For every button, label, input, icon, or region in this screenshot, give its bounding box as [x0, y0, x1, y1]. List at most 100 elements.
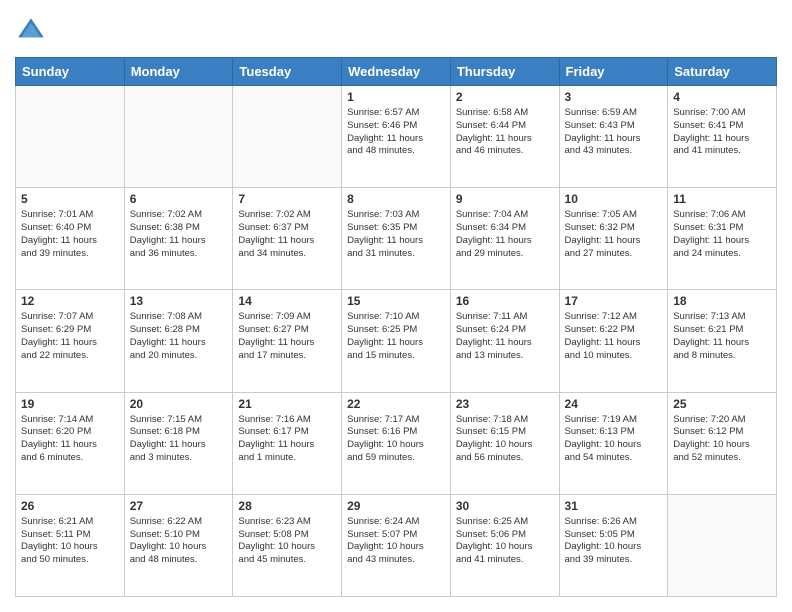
day-info: Sunrise: 6:21 AM Sunset: 5:11 PM Dayligh…: [21, 516, 119, 567]
calendar-week-row: 19Sunrise: 7:14 AM Sunset: 6:20 PM Dayli…: [16, 392, 777, 494]
calendar-day-cell: 24 Sunrise: 7:19 AM Sunset: 6:13 PM Dayli…: [559, 392, 668, 494]
day-number: 16: [456, 294, 554, 308]
day-number: 24: [565, 397, 663, 411]
day-number: 7: [238, 192, 336, 206]
day-number: 5: [21, 192, 119, 206]
day-info: Sunrise: 7:11 AM Sunset: 6:24 PM Dayligh…: [456, 311, 554, 362]
day-number: 29: [347, 499, 445, 513]
day-info: Sunrise: 7:18 AM Sunset: 6:15 PM Dayligh…: [456, 414, 554, 465]
day-info: Sunrise: 6:23 AM Sunset: 5:08 PM Dayligh…: [238, 516, 336, 567]
calendar-day-cell: 22Sunrise: 7:17 AM Sunset: 6:16 PM Dayli…: [342, 392, 451, 494]
day-info: Sunrise: 6:25 AM Sunset: 5:06 PM Dayligh…: [456, 516, 554, 567]
day-number: 20: [130, 397, 228, 411]
day-number: 14: [238, 294, 336, 308]
day-info: Sunrise: 7:02 AM Sunset: 6:37 PM Dayligh…: [238, 209, 336, 260]
day-info: Sunrise: 6:58 AM Sunset: 6:44 PM Dayligh…: [456, 107, 554, 158]
calendar-day-cell: 3Sunrise: 6:59 AM Sunset: 6:43 PM Daylig…: [559, 86, 668, 188]
day-info: Sunrise: 7:06 AM Sunset: 6:31 PM Dayligh…: [673, 209, 771, 260]
day-number: 10: [565, 192, 663, 206]
day-number: 11: [673, 192, 771, 206]
day-info: Sunrise: 7:00 AM Sunset: 6:41 PM Dayligh…: [673, 107, 771, 158]
day-number: 4: [673, 90, 771, 104]
calendar-day-cell: 21 Sunrise: 7:16 AM Sunset: 6:17 PM Dayli…: [233, 392, 342, 494]
day-number: 8: [347, 192, 445, 206]
day-info: Sunrise: 7:01 AM Sunset: 6:40 PM Dayligh…: [21, 209, 119, 260]
calendar-day-cell: [668, 494, 777, 596]
day-number: 17: [565, 294, 663, 308]
calendar-day-cell: 11 Sunrise: 7:06 AM Sunset: 6:31 PM Dayli…: [668, 188, 777, 290]
calendar-day-cell: [124, 86, 233, 188]
calendar-header-cell: Friday: [559, 58, 668, 86]
calendar-day-cell: 5 Sunrise: 7:01 AM Sunset: 6:40 PM Daylig…: [16, 188, 125, 290]
calendar-table: SundayMondayTuesdayWednesdayThursdayFrid…: [15, 57, 777, 597]
calendar-day-cell: 28 Sunrise: 6:23 AM Sunset: 5:08 PM Dayli…: [233, 494, 342, 596]
calendar-day-cell: 13 Sunrise: 7:08 AM Sunset: 6:28 PM Dayli…: [124, 290, 233, 392]
day-number: 25: [673, 397, 771, 411]
day-number: 23: [456, 397, 554, 411]
header: [15, 15, 777, 47]
calendar-header-cell: Thursday: [450, 58, 559, 86]
day-number: 18: [673, 294, 771, 308]
day-number: 27: [130, 499, 228, 513]
calendar-day-cell: 1 Sunrise: 6:57 AM Sunset: 6:46 PM Daylig…: [342, 86, 451, 188]
calendar-day-cell: 10Sunrise: 7:05 AM Sunset: 6:32 PM Dayli…: [559, 188, 668, 290]
day-info: Sunrise: 7:15 AM Sunset: 6:18 PM Dayligh…: [130, 414, 228, 465]
calendar-day-cell: 2Sunrise: 6:58 AM Sunset: 6:44 PM Daylig…: [450, 86, 559, 188]
day-info: Sunrise: 6:24 AM Sunset: 5:07 PM Dayligh…: [347, 516, 445, 567]
day-number: 6: [130, 192, 228, 206]
day-info: Sunrise: 7:02 AM Sunset: 6:38 PM Dayligh…: [130, 209, 228, 260]
calendar-day-cell: 27 Sunrise: 6:22 AM Sunset: 5:10 PM Dayli…: [124, 494, 233, 596]
day-number: 22: [347, 397, 445, 411]
day-number: 9: [456, 192, 554, 206]
page: SundayMondayTuesdayWednesdayThursdayFrid…: [0, 0, 792, 612]
day-number: 26: [21, 499, 119, 513]
day-number: 21: [238, 397, 336, 411]
calendar-header-cell: Wednesday: [342, 58, 451, 86]
calendar-day-cell: 30 Sunrise: 6:25 AM Sunset: 5:06 PM Dayli…: [450, 494, 559, 596]
calendar-day-cell: 31 Sunrise: 6:26 AM Sunset: 5:05 PM Dayli…: [559, 494, 668, 596]
calendar-day-cell: 26 Sunrise: 6:21 AM Sunset: 5:11 PM Dayli…: [16, 494, 125, 596]
calendar-day-cell: 20 Sunrise: 7:15 AM Sunset: 6:18 PM Dayli…: [124, 392, 233, 494]
calendar-header-cell: Saturday: [668, 58, 777, 86]
day-info: Sunrise: 6:59 AM Sunset: 6:43 PM Dayligh…: [565, 107, 663, 158]
calendar-day-cell: [233, 86, 342, 188]
calendar-day-cell: 15 Sunrise: 7:10 AM Sunset: 6:25 PM Dayli…: [342, 290, 451, 392]
calendar-day-cell: 19Sunrise: 7:14 AM Sunset: 6:20 PM Dayli…: [16, 392, 125, 494]
calendar-day-cell: [16, 86, 125, 188]
day-number: 15: [347, 294, 445, 308]
day-number: 1: [347, 90, 445, 104]
day-info: Sunrise: 7:16 AM Sunset: 6:17 PM Dayligh…: [238, 414, 336, 465]
day-info: Sunrise: 6:22 AM Sunset: 5:10 PM Dayligh…: [130, 516, 228, 567]
calendar-week-row: 1 Sunrise: 6:57 AM Sunset: 6:46 PM Daylig…: [16, 86, 777, 188]
day-number: 13: [130, 294, 228, 308]
day-number: 30: [456, 499, 554, 513]
day-info: Sunrise: 6:26 AM Sunset: 5:05 PM Dayligh…: [565, 516, 663, 567]
calendar-week-row: 5 Sunrise: 7:01 AM Sunset: 6:40 PM Daylig…: [16, 188, 777, 290]
day-info: Sunrise: 7:08 AM Sunset: 6:28 PM Dayligh…: [130, 311, 228, 362]
day-info: Sunrise: 7:04 AM Sunset: 6:34 PM Dayligh…: [456, 209, 554, 260]
calendar-day-cell: 16 Sunrise: 7:11 AM Sunset: 6:24 PM Dayli…: [450, 290, 559, 392]
day-info: Sunrise: 7:07 AM Sunset: 6:29 PM Dayligh…: [21, 311, 119, 362]
logo: [15, 15, 51, 47]
calendar-day-cell: 23 Sunrise: 7:18 AM Sunset: 6:15 PM Dayli…: [450, 392, 559, 494]
day-info: Sunrise: 7:10 AM Sunset: 6:25 PM Dayligh…: [347, 311, 445, 362]
day-info: Sunrise: 7:13 AM Sunset: 6:21 PM Dayligh…: [673, 311, 771, 362]
calendar-day-cell: 12 Sunrise: 7:07 AM Sunset: 6:29 PM Dayli…: [16, 290, 125, 392]
day-info: Sunrise: 6:57 AM Sunset: 6:46 PM Dayligh…: [347, 107, 445, 158]
day-number: 28: [238, 499, 336, 513]
calendar-day-cell: 17Sunrise: 7:12 AM Sunset: 6:22 PM Dayli…: [559, 290, 668, 392]
day-number: 12: [21, 294, 119, 308]
day-number: 31: [565, 499, 663, 513]
calendar-day-cell: 8Sunrise: 7:03 AM Sunset: 6:35 PM Daylig…: [342, 188, 451, 290]
calendar-header-cell: Sunday: [16, 58, 125, 86]
calendar-day-cell: 25Sunrise: 7:20 AM Sunset: 6:12 PM Dayli…: [668, 392, 777, 494]
calendar-day-cell: 14Sunrise: 7:09 AM Sunset: 6:27 PM Dayli…: [233, 290, 342, 392]
calendar-day-cell: 4 Sunrise: 7:00 AM Sunset: 6:41 PM Daylig…: [668, 86, 777, 188]
day-info: Sunrise: 7:19 AM Sunset: 6:13 PM Dayligh…: [565, 414, 663, 465]
day-number: 19: [21, 397, 119, 411]
calendar-day-cell: 7 Sunrise: 7:02 AM Sunset: 6:37 PM Daylig…: [233, 188, 342, 290]
calendar-week-row: 12 Sunrise: 7:07 AM Sunset: 6:29 PM Dayli…: [16, 290, 777, 392]
calendar-day-cell: 18 Sunrise: 7:13 AM Sunset: 6:21 PM Dayli…: [668, 290, 777, 392]
logo-icon: [15, 15, 47, 47]
calendar-day-cell: 9 Sunrise: 7:04 AM Sunset: 6:34 PM Daylig…: [450, 188, 559, 290]
